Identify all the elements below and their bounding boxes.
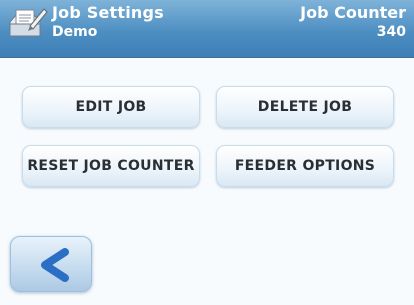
edit-job-button[interactable]: EDIT JOB [22,86,200,128]
header-bar: Job Settings Demo Job Counter 340 [0,0,414,58]
page-title: Job Settings [52,3,164,22]
back-button[interactable] [10,236,92,292]
job-settings-screen: Job Settings Demo Job Counter 340 EDIT J… [0,0,414,305]
reset-job-counter-button[interactable]: RESET JOB COUNTER [22,145,200,187]
job-settings-icon [8,4,48,42]
job-name: Demo [52,24,98,40]
feeder-options-button[interactable]: FEEDER OPTIONS [216,145,394,187]
job-counter-value: 340 [376,24,406,40]
chevron-left-icon [41,248,69,282]
job-counter-label: Job Counter [300,3,406,22]
delete-job-button[interactable]: DELETE JOB [216,86,394,128]
